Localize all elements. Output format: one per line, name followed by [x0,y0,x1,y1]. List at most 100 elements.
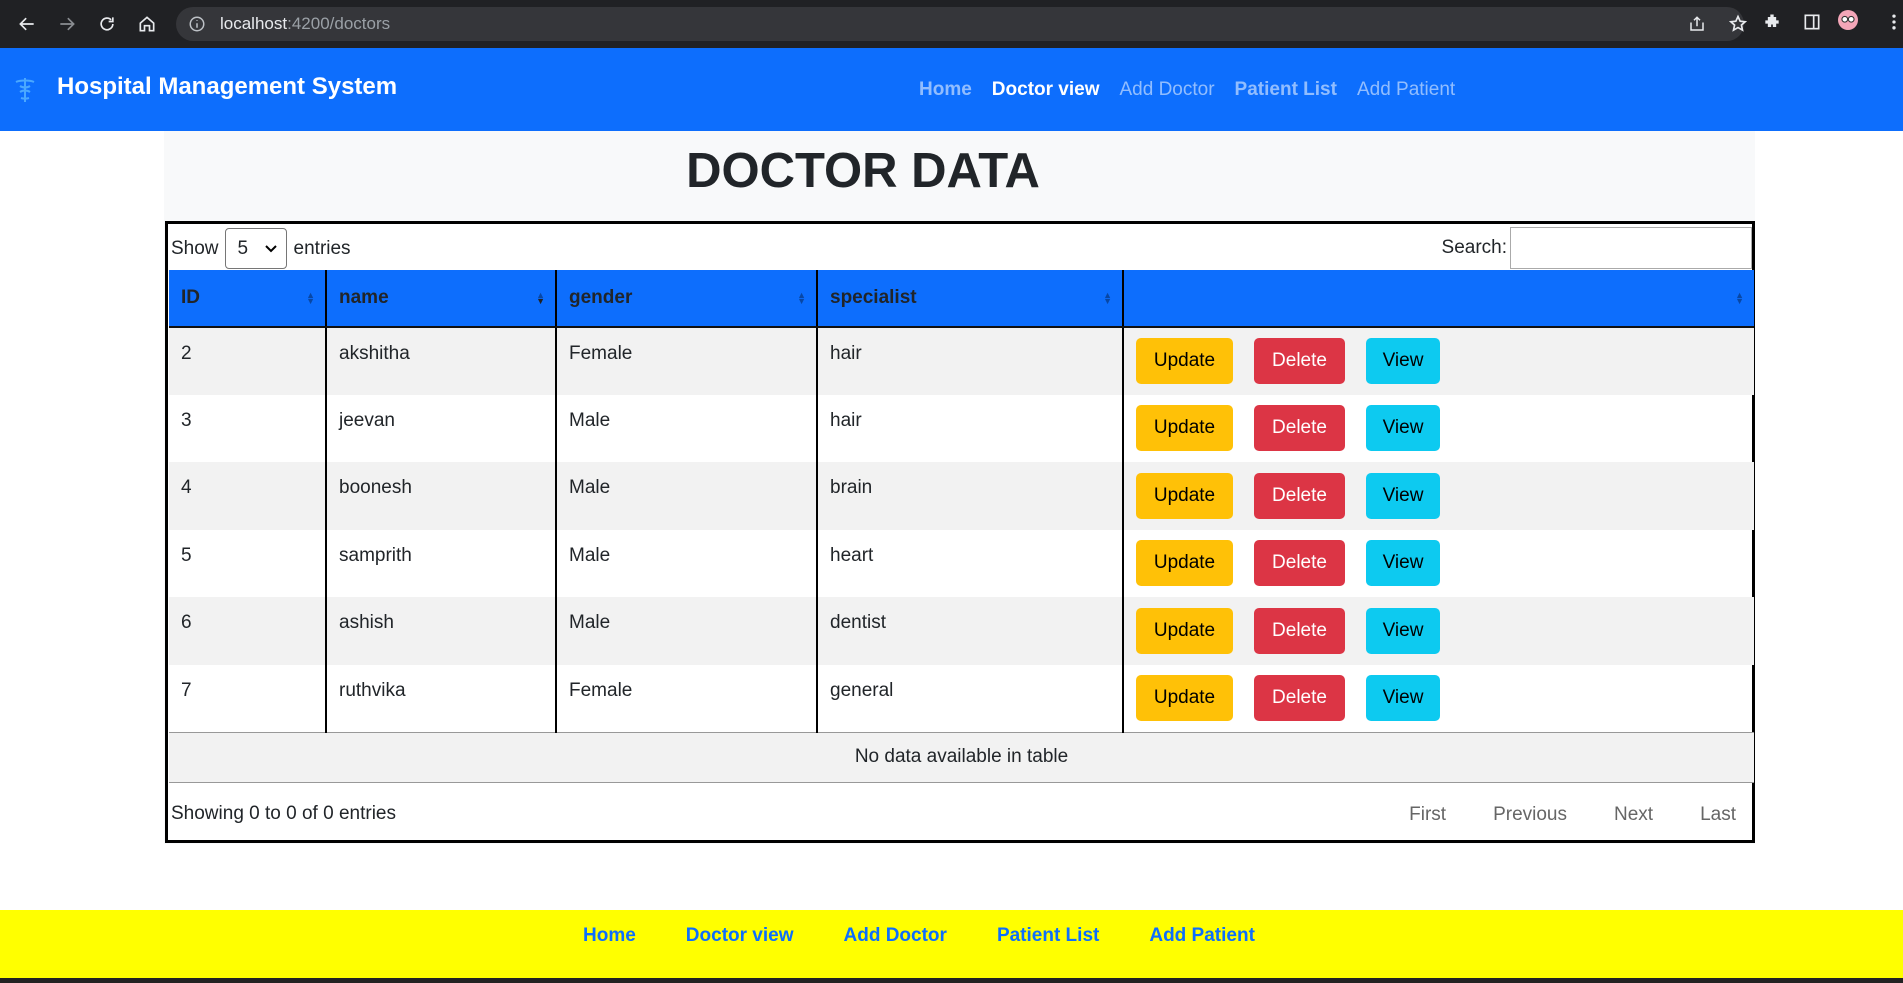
footer-patient-list[interactable]: Patient List [997,925,1099,947]
empty-row: No data available in table [169,731,1754,783]
table-row: 7 ruthvika Female general Update Delete View [169,664,1754,733]
cell-specialist: hair [817,327,1124,395]
search-label: Search: [1441,237,1507,258]
cell-id: 6 [169,597,327,665]
back-arrow-icon[interactable] [16,13,38,35]
delete-button[interactable]: Delete [1254,607,1345,654]
footer-add-doctor[interactable]: Add Doctor [844,925,947,947]
brand-title[interactable]: Hospital Management System [57,73,397,101]
sort-icon: ▲ ▼ [797,290,806,306]
cell-name: boonesh [326,462,557,530]
update-button[interactable]: Update [1136,338,1233,385]
delete-button[interactable]: Delete [1254,405,1345,452]
page-last[interactable]: Last [1700,804,1736,826]
sort-desc-icon: ▲ ▼ [536,290,545,306]
update-button[interactable]: Update [1136,405,1233,452]
view-button[interactable]: View [1366,675,1440,721]
cell-gender: Female [556,664,818,732]
search-control: Search: [1442,227,1752,269]
chevron-down-icon [264,245,277,253]
cell-actions: Update Delete View [1123,530,1754,598]
share-icon[interactable] [1688,15,1706,33]
view-button[interactable]: View [1366,338,1440,385]
table-row: 4 boonesh Male brain Update Delete View [169,462,1754,530]
footer-home[interactable]: Home [583,925,636,947]
caduceus-icon [15,78,35,102]
nav-home[interactable]: Home [919,79,972,101]
update-button[interactable]: Update [1136,472,1233,519]
sort-icon: ▲ ▼ [1103,290,1112,306]
address-bar[interactable]: localhost:4200/doctors [176,7,1748,41]
column-header-name[interactable]: name ▲ ▼ [326,270,557,328]
search-input[interactable] [1510,227,1752,269]
nav-patient-list[interactable]: Patient List [1235,79,1337,101]
cell-name: samprith [326,529,557,597]
nav-doctor-view[interactable]: Doctor view [992,79,1100,101]
cell-actions: Update Delete View [1123,462,1754,530]
cell-actions: Update Delete View [1123,327,1754,395]
cell-name: ashish [326,597,557,665]
entries-select[interactable]: 5 [224,228,287,269]
update-button[interactable]: Update [1136,540,1233,587]
bookmark-star-icon[interactable] [1728,14,1748,34]
menu-kebab-icon[interactable] [1884,12,1903,32]
cell-name: jeevan [326,394,557,462]
view-button[interactable]: View [1366,607,1440,654]
cell-gender: Female [556,327,818,395]
column-header-gender[interactable]: gender ▲ ▼ [556,270,818,328]
cell-actions: Update Delete View [1123,395,1754,463]
delete-button[interactable]: Delete [1254,338,1345,385]
cell-gender: Male [556,462,818,530]
info-icon[interactable] [188,15,206,33]
table-row: 6 ashish Male dentist Update Delete View [169,597,1754,665]
view-button[interactable]: View [1366,472,1440,519]
table-row: 5 samprith Male heart Update Delete View [169,529,1754,598]
cell-name: akshitha [326,327,557,395]
update-button[interactable]: Update [1136,607,1233,654]
footer-doctor-view[interactable]: Doctor view [686,925,794,947]
delete-button[interactable]: Delete [1254,540,1345,587]
page-title: DOCTOR DATA [686,144,1040,198]
delete-button[interactable]: Delete [1254,675,1345,721]
sort-icon: ▲ ▼ [306,290,315,306]
page-next[interactable]: Next [1614,804,1653,826]
url-text: localhost:4200/doctors [220,14,391,33]
nav-links: Home Doctor view Add Doctor Patient List… [919,79,1475,101]
reload-icon[interactable] [96,13,118,35]
column-header-id[interactable]: ID ▲ ▼ [169,270,327,328]
view-button[interactable]: View [1366,405,1440,452]
cell-specialist: brain [817,462,1124,530]
cell-gender: Male [556,597,818,665]
column-header-actions[interactable]: ▲ ▼ [1123,270,1754,328]
pagination: First Previous Next Last [1362,804,1736,826]
table-row: 2 akshitha Female hair Update Delete View [169,327,1754,395]
show-label: Show [171,237,219,259]
sort-icon: ▲ ▼ [1735,290,1744,306]
table-row: 3 jeevan Male hair Update Delete View [169,394,1754,463]
nav-add-patient[interactable]: Add Patient [1357,79,1455,101]
cell-specialist: dentist [817,597,1124,665]
cell-name: ruthvika [326,664,557,732]
cell-gender: Male [556,394,818,462]
cell-id: 7 [169,664,327,732]
cell-actions: Update Delete View [1123,665,1754,733]
nav-add-doctor[interactable]: Add Doctor [1120,79,1215,101]
delete-button[interactable]: Delete [1254,472,1345,519]
update-button[interactable]: Update [1136,675,1233,721]
cell-actions: Update Delete View [1123,597,1754,665]
footer-add-patient[interactable]: Add Patient [1149,925,1255,947]
view-button[interactable]: View [1366,540,1440,587]
page-first[interactable]: First [1409,804,1446,826]
column-header-specialist[interactable]: specialist ▲ ▼ [817,270,1124,328]
datatable-wrapper: Show 5 entries Search: ID ▲ ▼ name ▲ ▼ gende… [165,221,1755,843]
home-icon[interactable] [136,13,158,35]
forward-arrow-icon[interactable] [56,13,78,35]
extensions-icon[interactable] [1762,12,1782,32]
side-panel-icon[interactable] [1802,12,1822,32]
length-control: Show 5 entries [171,228,351,269]
cell-id: 5 [169,529,327,597]
table-info: Showing 0 to 0 of 0 entries [171,803,396,824]
avatar[interactable] [1838,10,1858,30]
page-previous[interactable]: Previous [1493,804,1567,826]
cell-specialist: heart [817,529,1124,597]
